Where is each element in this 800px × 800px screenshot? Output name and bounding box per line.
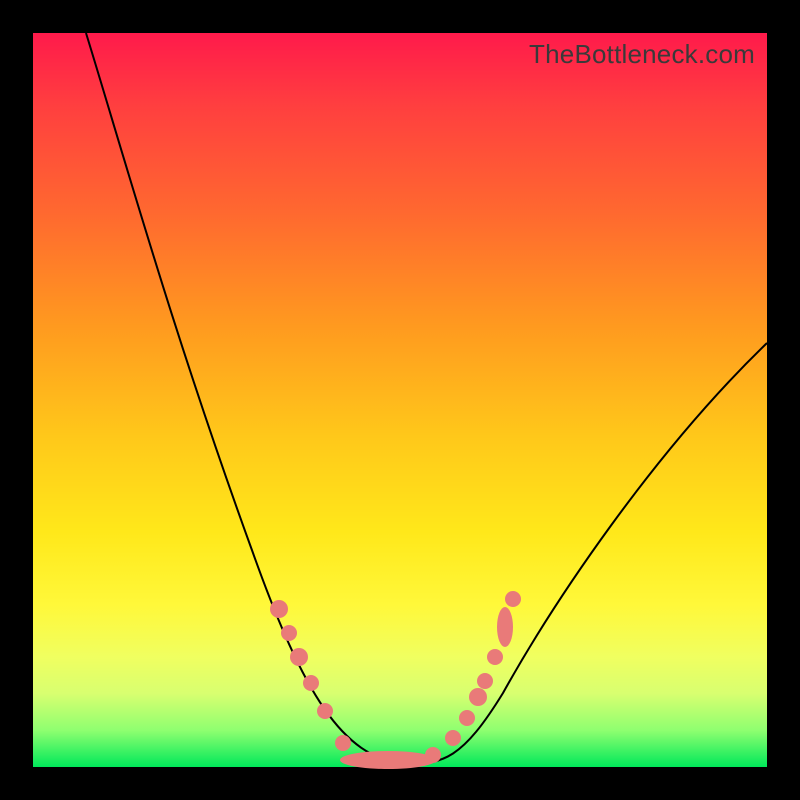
plot-area: TheBottleneck.com bbox=[33, 33, 767, 767]
bottleneck-curve bbox=[86, 33, 767, 764]
highlighted-points bbox=[270, 591, 521, 769]
curve-layer bbox=[33, 33, 767, 767]
chart-frame: TheBottleneck.com bbox=[0, 0, 800, 800]
